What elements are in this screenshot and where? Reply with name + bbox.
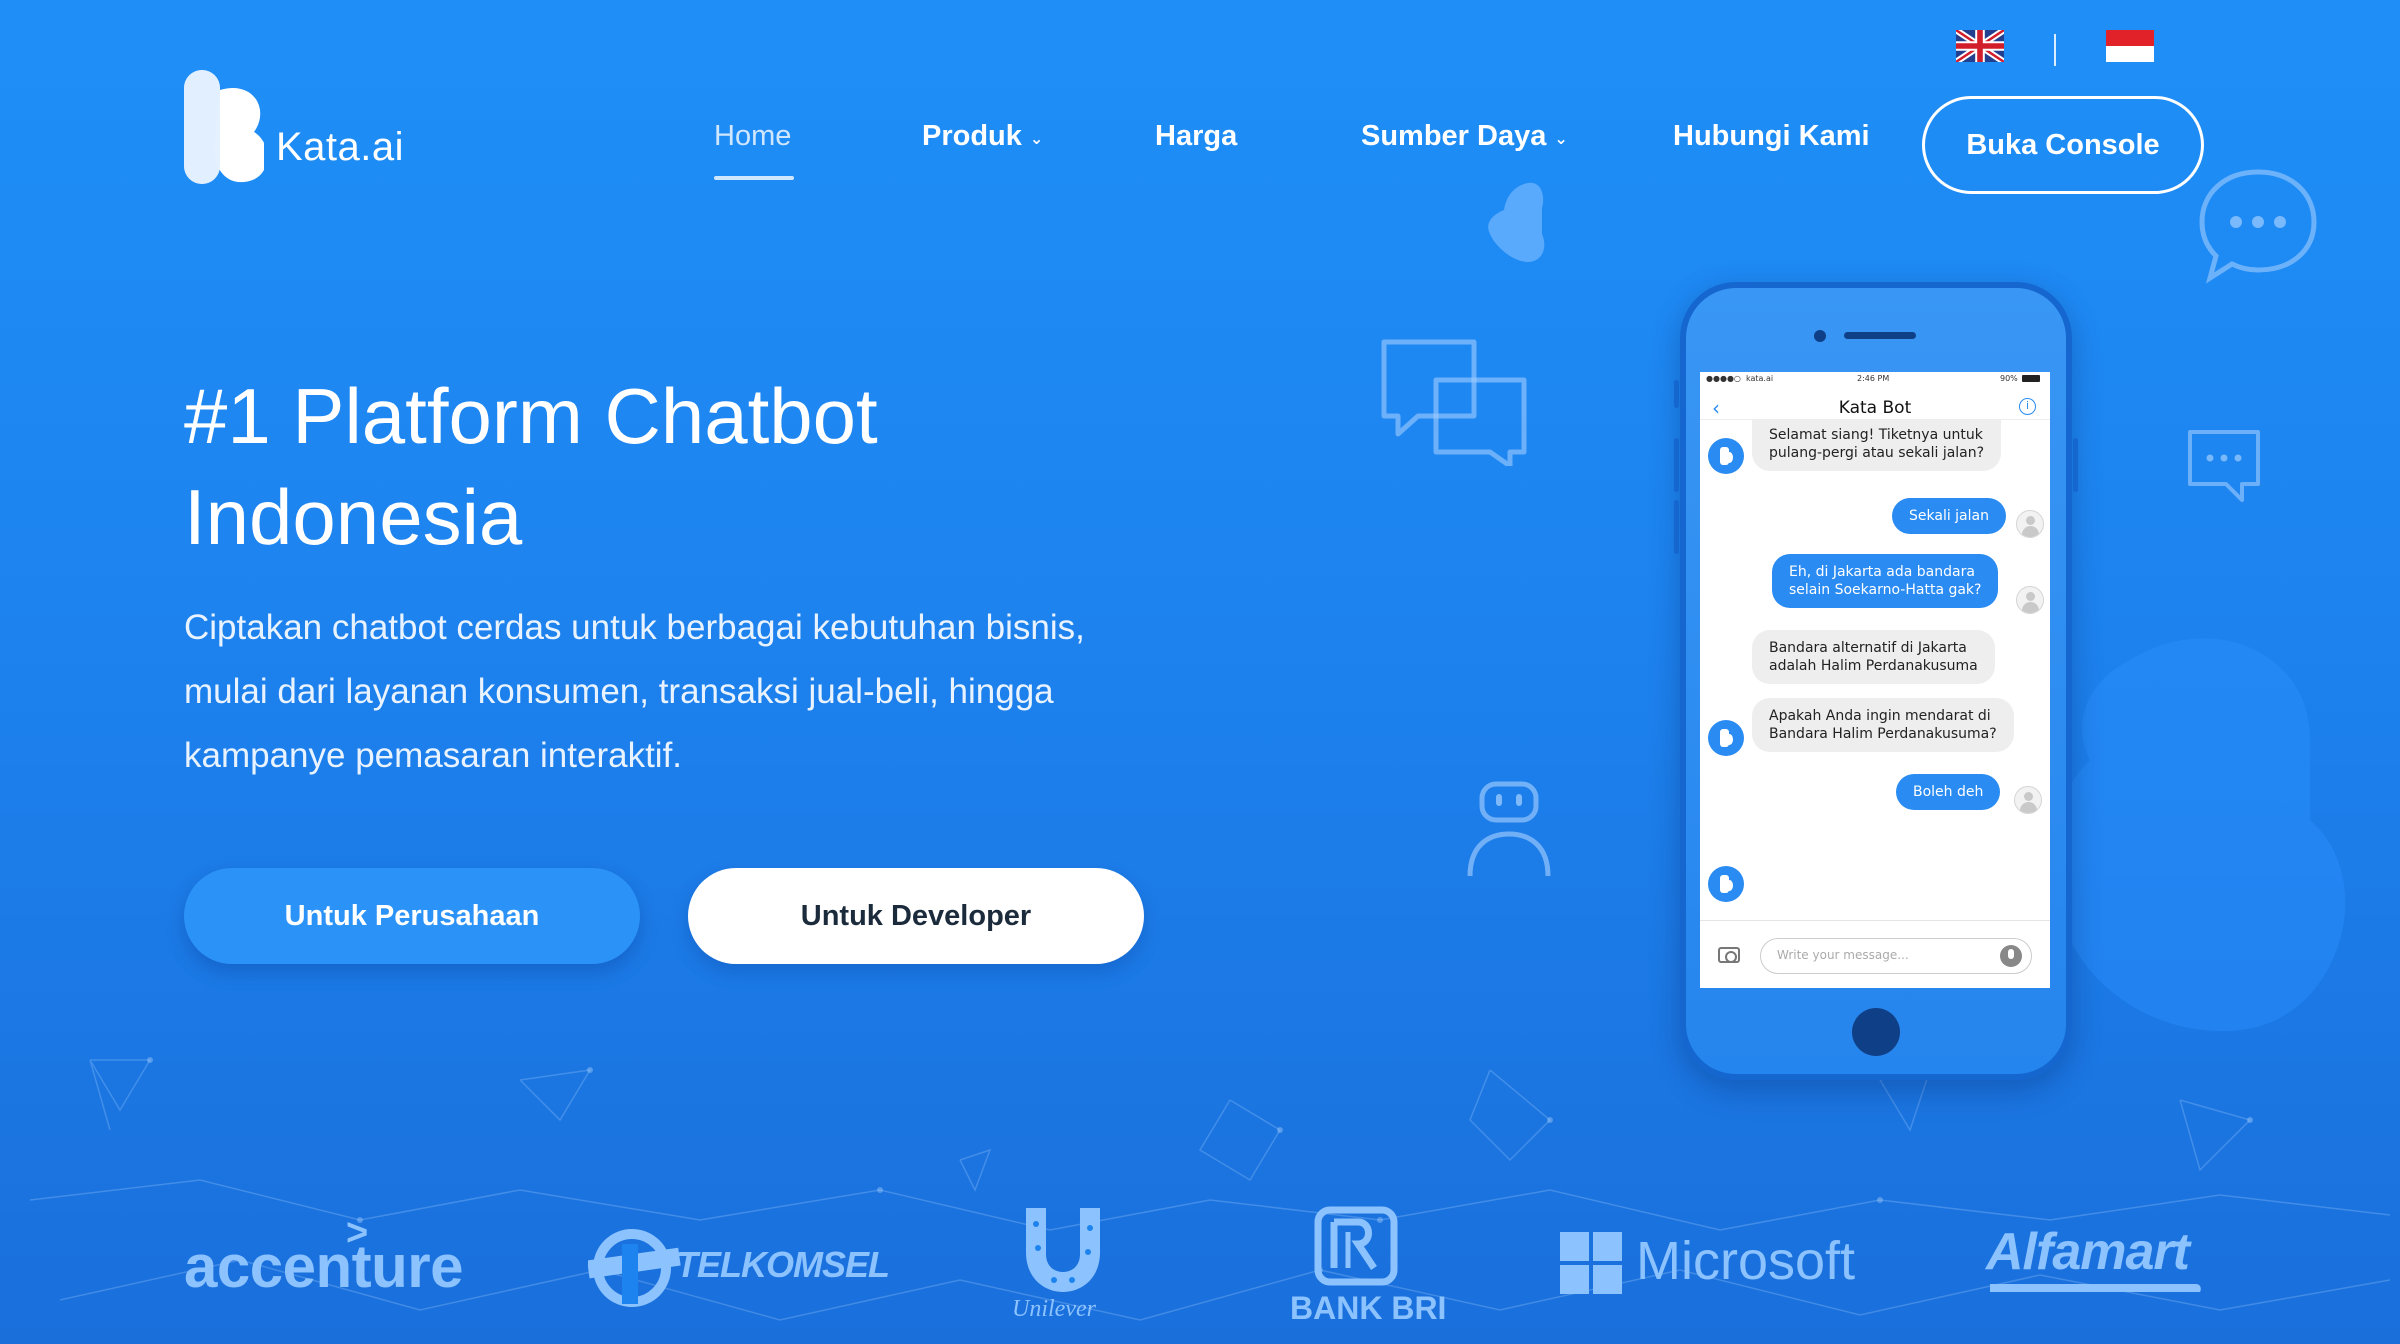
telkomsel-mark-icon [588,1229,681,1307]
uk-flag-icon[interactable] [1956,30,2004,62]
nav-produk-label: Produk [922,120,1022,152]
hero-subtitle: Ciptakan chatbot cerdas untuk berbagai k… [184,596,1164,788]
hero-subtitle-line1: Ciptakan chatbot cerdas untuk berbagai k… [184,608,1085,647]
hero-subtitle-line3: kampanye pemasaran interaktif. [184,736,683,775]
phone-side-button [2073,438,2078,492]
bot-avatar [1708,720,1744,756]
client-logo-microsoft: Microsoft [1636,1231,1856,1291]
chevron-down-icon: ⌄ [1029,130,1044,148]
phone-side-button [1674,500,1679,554]
nav-home-label: Home [714,120,792,152]
bot-typing-avatar [1708,866,1744,902]
alfamart-underline-icon [1990,1284,2201,1292]
phone-side-button [1674,438,1679,492]
chat-message-bot: Bandara alternatif di Jakarta adalah Hal… [1752,630,1995,684]
chevron-down-icon: ⌄ [1554,130,1568,148]
nav-hubungi-kami-label: Hubungi Kami [1673,120,1870,152]
kata-logo-icon [184,70,264,184]
phone-side-button [1674,380,1679,408]
microsoft-mark-icon [1560,1232,1622,1294]
carrier-label: kata.ai [1746,374,1774,383]
microphone-icon[interactable] [2000,945,2022,967]
hero-subtitle-line2: mulai dari layanan konsumen, transaksi j… [184,672,1054,711]
chat-bubble-dots-icon [2199,169,2317,284]
nav-active-indicator [714,176,794,180]
nav-sumber-daya-label: Sumber Daya [1361,120,1547,152]
chat-message-bot: Selamat siang! Tiketnya untuk pulang-per… [1752,420,2002,471]
bank-bri-mark-icon [1314,1206,1398,1286]
battery-icon [2022,375,2040,382]
chat-message-user: Boleh deh [1896,774,2001,810]
nav-sumber-daya[interactable]: Sumber Daya ⌄ [1361,120,1568,153]
nav-harga[interactable]: Harga [1155,120,1237,153]
open-console-button[interactable]: Buka Console [1922,96,2204,194]
camera-icon[interactable] [1718,947,1740,963]
info-icon[interactable]: i [2019,398,2036,415]
clock-label: 2:46 PM [1857,374,1890,383]
client-logo-unilever: Unilever [1012,1296,1096,1322]
client-logo-bank-bri: BANK BRI [1290,1290,1447,1326]
chat-message-user: Eh, di Jakarta ada bandara selain Soekar… [1772,554,1999,608]
message-square-icon [2188,430,2260,502]
language-separator [2054,34,2056,66]
indonesia-flag-icon[interactable] [2106,30,2154,62]
message-composer: Write your message... [1700,920,2050,988]
chat-bubbles-outline-icon [1381,339,1527,466]
user-avatar [2014,786,2042,814]
message-input[interactable]: Write your message... [1760,938,2032,974]
signal-icon: ●●●●○ [1706,374,1741,383]
client-logo-accenture: accenture [184,1233,463,1300]
chat-header: ‹ Kata Bot i [1700,392,2050,420]
hero-title-line2: Indonesia [184,473,523,561]
unilever-mark-icon [1026,1208,1100,1292]
chat-message-user: Sekali jalan [1892,498,2006,534]
for-enterprise-button[interactable]: Untuk Perusahaan [184,868,640,964]
nav-produk[interactable]: Produk ⌄ [922,120,1043,153]
user-avatar [2016,586,2044,614]
robot-user-icon [1467,781,1551,877]
phone-mockup: ●●●●○ kata.ai 2:46 PM 90% ‹ Kata Bot i S… [1674,282,2078,1080]
landing-page: Kata.ai Home Produk ⌄ Harga Sumber Daya … [0,0,2400,1344]
client-logo-alfamart: Alfamart [1986,1223,2190,1281]
client-logo-telkomsel: TELKOMSEL [676,1244,890,1285]
hero-title-line1: #1 Platform Chatbot [184,372,878,460]
brand-logo[interactable]: Kata.ai [184,70,404,184]
phone-camera [1814,330,1826,342]
phone-home-button [1852,1008,1900,1056]
chat-message-bot: Apakah Anda ingin mendarat di Bandara Ha… [1752,698,2014,752]
phone-speaker [1844,332,1916,339]
battery-label: 90% [2000,374,2018,383]
chat-screen: ●●●●○ kata.ai 2:46 PM 90% ‹ Kata Bot i S… [1700,372,2050,988]
nav-harga-label: Harga [1155,120,1238,152]
brand-name: Kata.ai [276,124,405,169]
nav-home[interactable]: Home [714,120,791,153]
for-developer-button[interactable]: Untuk Developer [688,868,1144,964]
status-bar: ●●●●○ kata.ai 2:46 PM 90% [1700,372,2050,386]
kata-small-shape-icon [1488,182,1545,262]
user-avatar [2016,510,2044,538]
hero-title: #1 Platform Chatbot Indonesia [184,366,1084,568]
nav-hubungi-kami[interactable]: Hubungi Kami [1673,120,1870,153]
bot-avatar [1708,438,1744,474]
chat-title: Kata Bot [1838,398,1912,418]
